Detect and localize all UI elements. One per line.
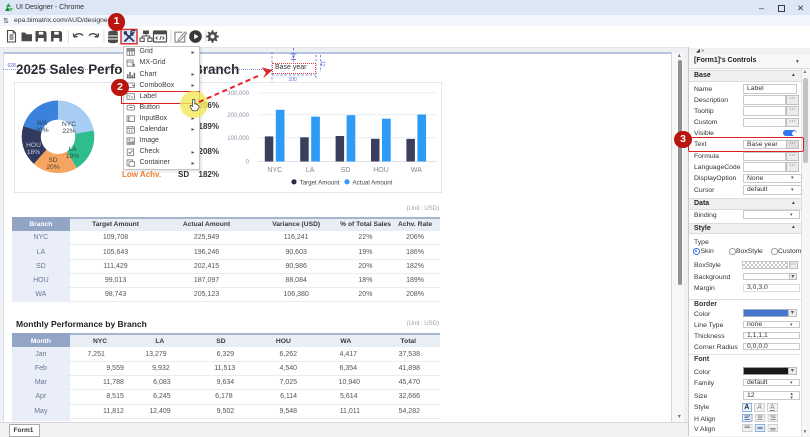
svg-text:100: 100 <box>289 77 298 83</box>
svg-text:Target Amount: Target Amount <box>300 179 340 186</box>
svg-text:100,000: 100,000 <box>227 136 249 142</box>
svg-text:SD: SD <box>341 167 351 174</box>
svg-text:WA: WA <box>411 167 422 174</box>
svg-text:NYC: NYC <box>267 167 282 174</box>
svg-text:Actual Amount: Actual Amount <box>353 179 393 186</box>
svg-text:12: 12 <box>319 61 325 67</box>
svg-text:LA: LA <box>306 167 315 174</box>
svg-text:0: 0 <box>246 160 250 166</box>
svg-text:HOU: HOU <box>373 167 389 174</box>
